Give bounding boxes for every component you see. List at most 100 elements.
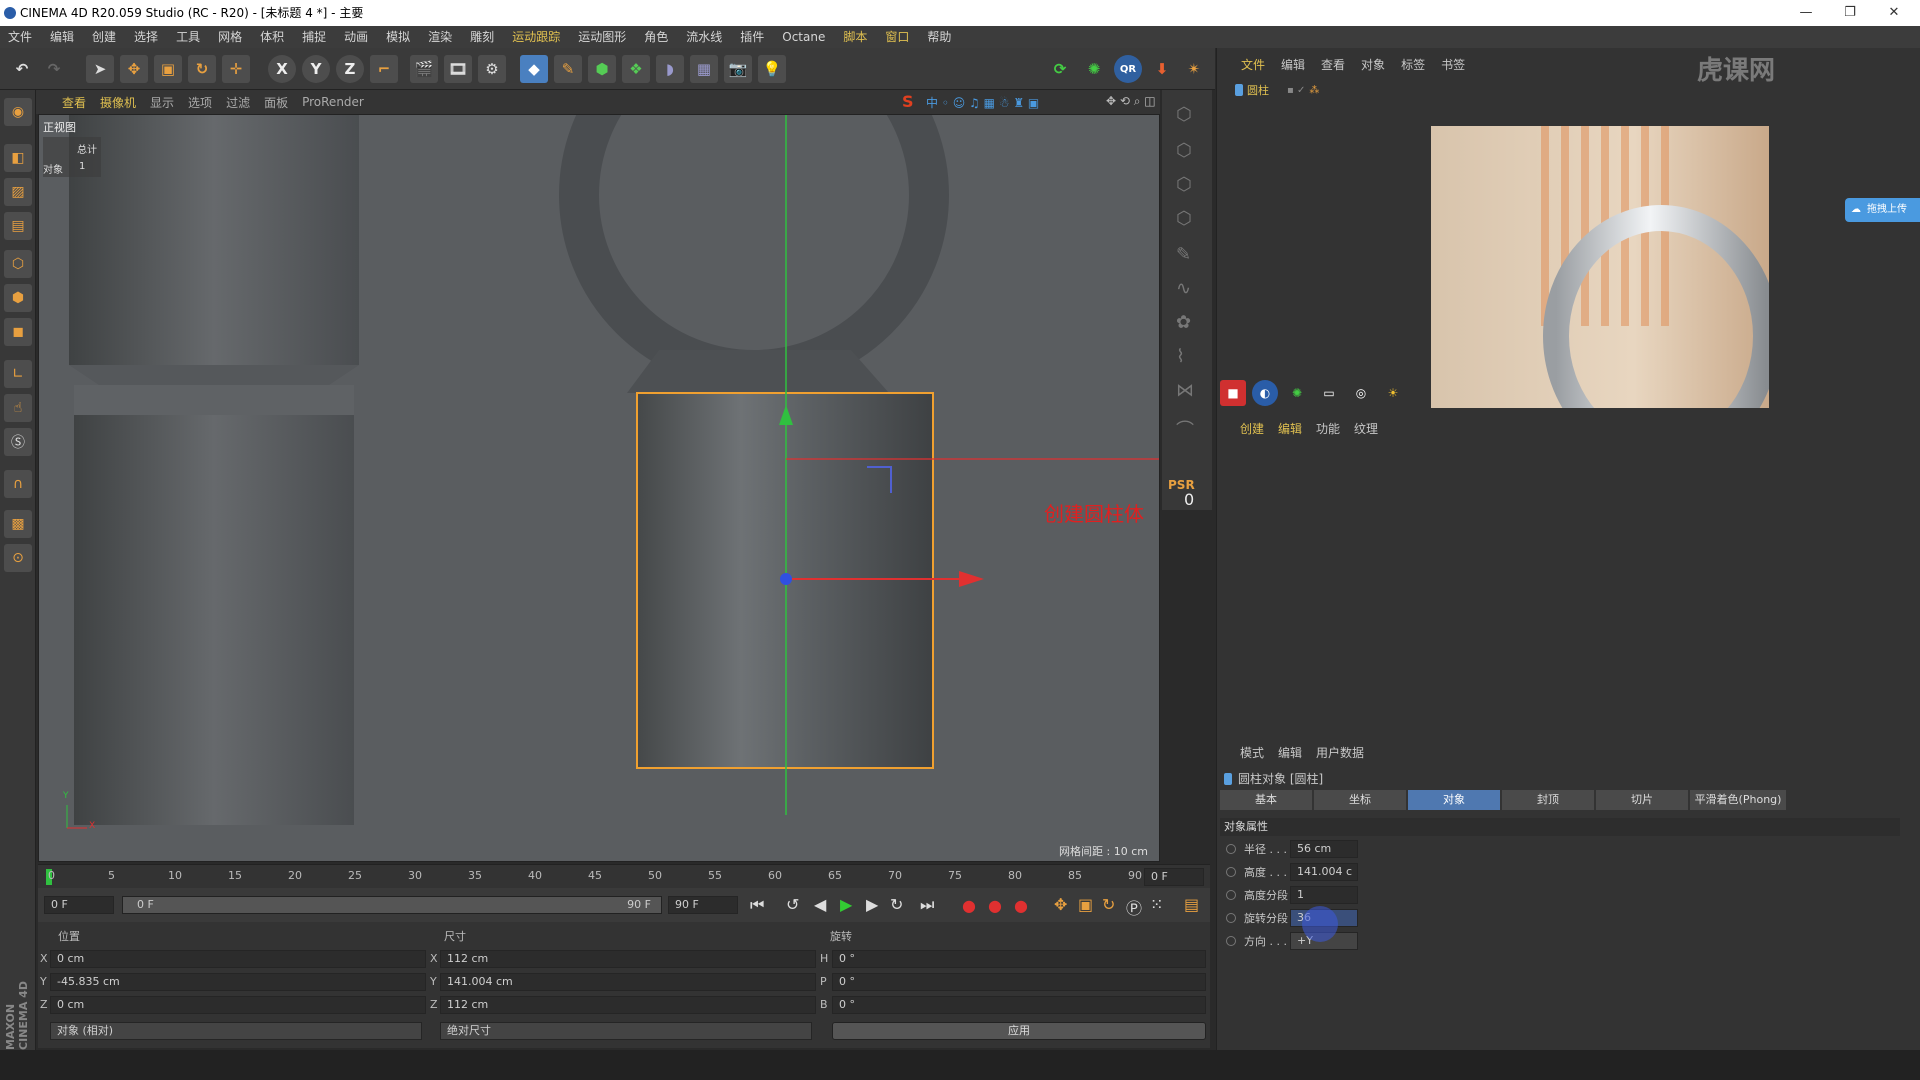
loop-end-icon[interactable]: ↻ [890, 895, 903, 914]
menu-volume[interactable]: 体积 [260, 26, 284, 48]
qr-button[interactable]: QR [1114, 55, 1142, 83]
axis-z-button[interactable]: Z [336, 55, 364, 83]
octane-material-icon[interactable]: ◐ [1252, 380, 1278, 406]
mm-menu-texture[interactable]: 纹理 [1354, 420, 1378, 437]
render-view-icon[interactable]: 🎬 [410, 55, 438, 83]
om-menu-view[interactable]: 查看 [1321, 56, 1345, 73]
octane-render-icon[interactable]: ■ [1220, 380, 1246, 406]
mm-menu-create[interactable]: 创建 [1240, 420, 1264, 437]
object-row-cylinder[interactable]: 圆柱 ▪ ✓ ⁂ [1235, 82, 1319, 98]
size-y-field[interactable]: 141.004 cm [440, 973, 816, 991]
render-settings-icon[interactable]: ⚙ [478, 55, 506, 83]
apply-button[interactable]: 应用 [832, 1022, 1206, 1040]
magnet-icon[interactable]: ∩ [4, 470, 32, 498]
octane-env-icon[interactable]: ▭ [1316, 380, 1342, 406]
camera-icon[interactable]: 📷 [724, 55, 752, 83]
record-icon[interactable]: ● [962, 896, 976, 915]
lock-workplane-icon[interactable]: ▩ [4, 510, 32, 538]
pos-y-field[interactable]: -45.835 cm [50, 973, 426, 991]
menu-plugins[interactable]: 插件 [740, 26, 764, 48]
rot-p-field[interactable]: 0 ° [832, 973, 1206, 991]
object-visibility-icon[interactable]: ▪ ✓ [1287, 85, 1305, 96]
menu-octane[interactable]: Octane [782, 26, 825, 48]
rotate-icon[interactable]: ↻ [188, 55, 216, 83]
prop-height-segments-field[interactable]: 1 [1290, 886, 1358, 904]
planar-workplane-icon[interactable]: ⊙ [4, 544, 32, 572]
key-rotate-icon[interactable]: ↻ [1102, 895, 1115, 914]
animate-dot-icon[interactable] [1226, 936, 1236, 946]
animate-dot-icon[interactable] [1226, 913, 1236, 923]
undo-icon[interactable]: ↶ [8, 55, 36, 83]
loop-icon[interactable]: ↺ [786, 895, 799, 914]
size-x-field[interactable]: 112 cm [440, 950, 816, 968]
coordinate-system-icon[interactable]: ⌐ [370, 55, 398, 83]
om-menu-file[interactable]: 文件 [1241, 56, 1265, 73]
3d-viewport[interactable]: 正视图 总计 对象 1 创建圆柱体 网格间距 : 10 cm Y X [38, 114, 1160, 862]
go-end-icon[interactable]: ⏭ [920, 895, 934, 915]
key-scale-icon[interactable]: ▣ [1078, 895, 1093, 914]
octane-light-icon[interactable]: ☀ [1380, 380, 1406, 406]
tab-slice[interactable]: 切片 [1596, 790, 1688, 810]
viewport-menu-prorender[interactable]: ProRender [302, 95, 364, 109]
model-mode-icon[interactable]: ◧ [4, 144, 32, 172]
tab-object[interactable]: 对象 [1408, 790, 1500, 810]
octane-texture-icon[interactable]: ✺ [1284, 380, 1310, 406]
tweak-mode-icon[interactable]: ☝ [4, 394, 32, 422]
keyframe-help-icon[interactable]: ● [1014, 896, 1028, 915]
timeline-ruler[interactable]: 0 5 10 15 20 25 30 35 40 45 50 55 60 65 70 75 80 85 90 0 F [38, 864, 1210, 888]
polygons-mode-icon[interactable]: ◼ [4, 318, 32, 346]
viewport-menu-view[interactable]: 查看 [62, 94, 86, 111]
octane-live-icon[interactable]: ⟳ [1046, 55, 1074, 83]
viewport-menu-options[interactable]: 选项 [188, 94, 212, 111]
object-name[interactable]: 圆柱 [1247, 82, 1269, 98]
next-frame-icon[interactable]: ▶ [866, 895, 878, 914]
am-menu-userdata[interactable]: 用户数据 [1316, 744, 1364, 761]
animate-dot-icon[interactable] [1226, 890, 1236, 900]
prev-frame-icon[interactable]: ◀ [814, 895, 826, 914]
texture-mode-icon[interactable]: ▨ [4, 178, 32, 206]
viewport-menu-filter[interactable]: 过滤 [226, 94, 250, 111]
cloner-icon[interactable]: ❖ [622, 55, 650, 83]
autokey-icon[interactable]: ● [988, 896, 1002, 915]
menu-sculpt[interactable]: 雕刻 [470, 26, 494, 48]
render-picture-icon[interactable]: 🎞 [444, 55, 472, 83]
maximize-button[interactable]: ❐ [1830, 0, 1870, 26]
size-mode-select[interactable]: 绝对尺寸 [440, 1022, 812, 1040]
edges-mode-icon[interactable]: ⬢ [4, 284, 32, 312]
brush-icon[interactable]: ✎ [1176, 244, 1191, 265]
redo-icon[interactable]: ↷ [40, 55, 68, 83]
axis-y-button[interactable]: Y [302, 55, 330, 83]
menu-create[interactable]: 创建 [92, 26, 116, 48]
pos-z-field[interactable]: 0 cm [50, 996, 426, 1014]
view-cube-icon-2[interactable]: ⬡ [1176, 140, 1192, 161]
bridge-icon[interactable]: ⋈ [1176, 380, 1194, 401]
tab-phong[interactable]: 平滑着色(Phong) [1690, 790, 1786, 810]
octane-camera-icon[interactable]: ◎ [1348, 380, 1374, 406]
menu-simulate[interactable]: 模拟 [386, 26, 410, 48]
iron-icon[interactable]: ⌒ [1176, 416, 1194, 442]
cube-primitive-icon[interactable]: ◆ [520, 55, 548, 83]
menu-snap[interactable]: 捕捉 [302, 26, 326, 48]
mm-menu-edit[interactable]: 编辑 [1278, 420, 1302, 437]
subdivision-icon[interactable]: ⬢ [588, 55, 616, 83]
viewport-menu-panel[interactable]: 面板 [264, 94, 288, 111]
size-z-field[interactable]: 112 cm [440, 996, 816, 1014]
side-upload-badge[interactable]: ☁ 拖拽上传 [1845, 198, 1920, 222]
snapping-icon[interactable]: Ⓢ [4, 428, 32, 456]
floor-icon[interactable]: ▦ [690, 55, 718, 83]
go-start-icon[interactable]: ⏮ [750, 895, 764, 915]
frame-range-slider[interactable]: 0 F 90 F [122, 896, 662, 914]
viewport-menu-display[interactable]: 显示 [150, 94, 174, 111]
prop-radius-field[interactable]: 56 cm [1290, 840, 1358, 858]
menu-motion-tracking[interactable]: 运动跟踪 [512, 26, 560, 48]
rot-h-field[interactable]: 0 ° [832, 950, 1206, 968]
animate-dot-icon[interactable] [1226, 844, 1236, 854]
menu-edit[interactable]: 编辑 [50, 26, 74, 48]
prop-height-field[interactable]: 141.004 c [1290, 863, 1358, 881]
am-menu-edit[interactable]: 编辑 [1278, 744, 1302, 761]
menu-mesh[interactable]: 网格 [218, 26, 242, 48]
menu-character[interactable]: 角色 [644, 26, 668, 48]
select-cursor-icon[interactable]: ➤ [86, 55, 114, 83]
phong-tag-icon[interactable]: ⁂ [1309, 85, 1319, 96]
pos-x-field[interactable]: 0 cm [50, 950, 426, 968]
